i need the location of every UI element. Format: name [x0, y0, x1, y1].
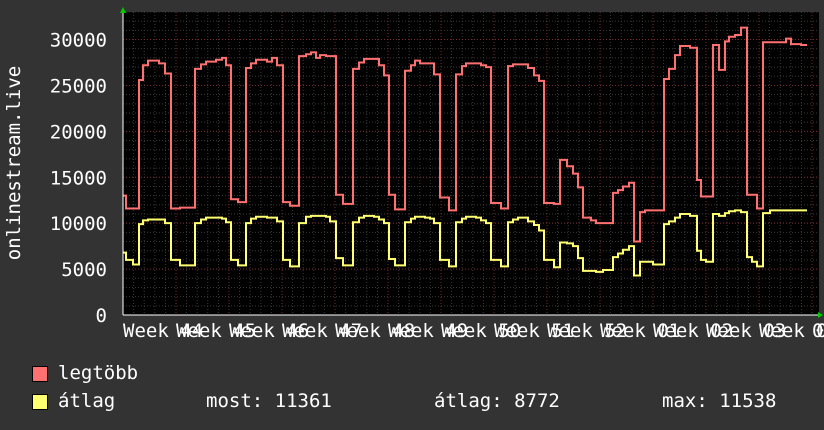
y-tick-label: 25000 — [50, 75, 107, 97]
legend-label-avg: átlag — [58, 390, 116, 412]
line-chart: 050001000015000200002500030000Week 44Wee… — [3, 7, 824, 342]
y-tick-label: 10000 — [50, 213, 107, 235]
stat-current: most: 11361 — [206, 390, 332, 412]
legend-swatch-max — [32, 366, 48, 382]
stat-average: átlag: 8772 — [434, 390, 560, 412]
y-tick-label: 0 — [96, 305, 107, 327]
x-tick-label: 0 — [812, 320, 823, 342]
y-tick-label: 15000 — [50, 167, 107, 189]
legend-swatch-avg — [32, 394, 48, 410]
y-axis-label: onlinestream.live — [3, 66, 25, 260]
y-tick-label: 20000 — [50, 121, 107, 143]
x-axis-arrow — [818, 312, 823, 318]
legend-label-max: legtöbb — [58, 362, 139, 384]
y-tick-label: 30000 — [50, 30, 107, 52]
stat-maximum: max: 11538 — [662, 390, 777, 412]
y-tick-label: 5000 — [61, 259, 107, 281]
y-axis-arrow — [120, 7, 126, 13]
